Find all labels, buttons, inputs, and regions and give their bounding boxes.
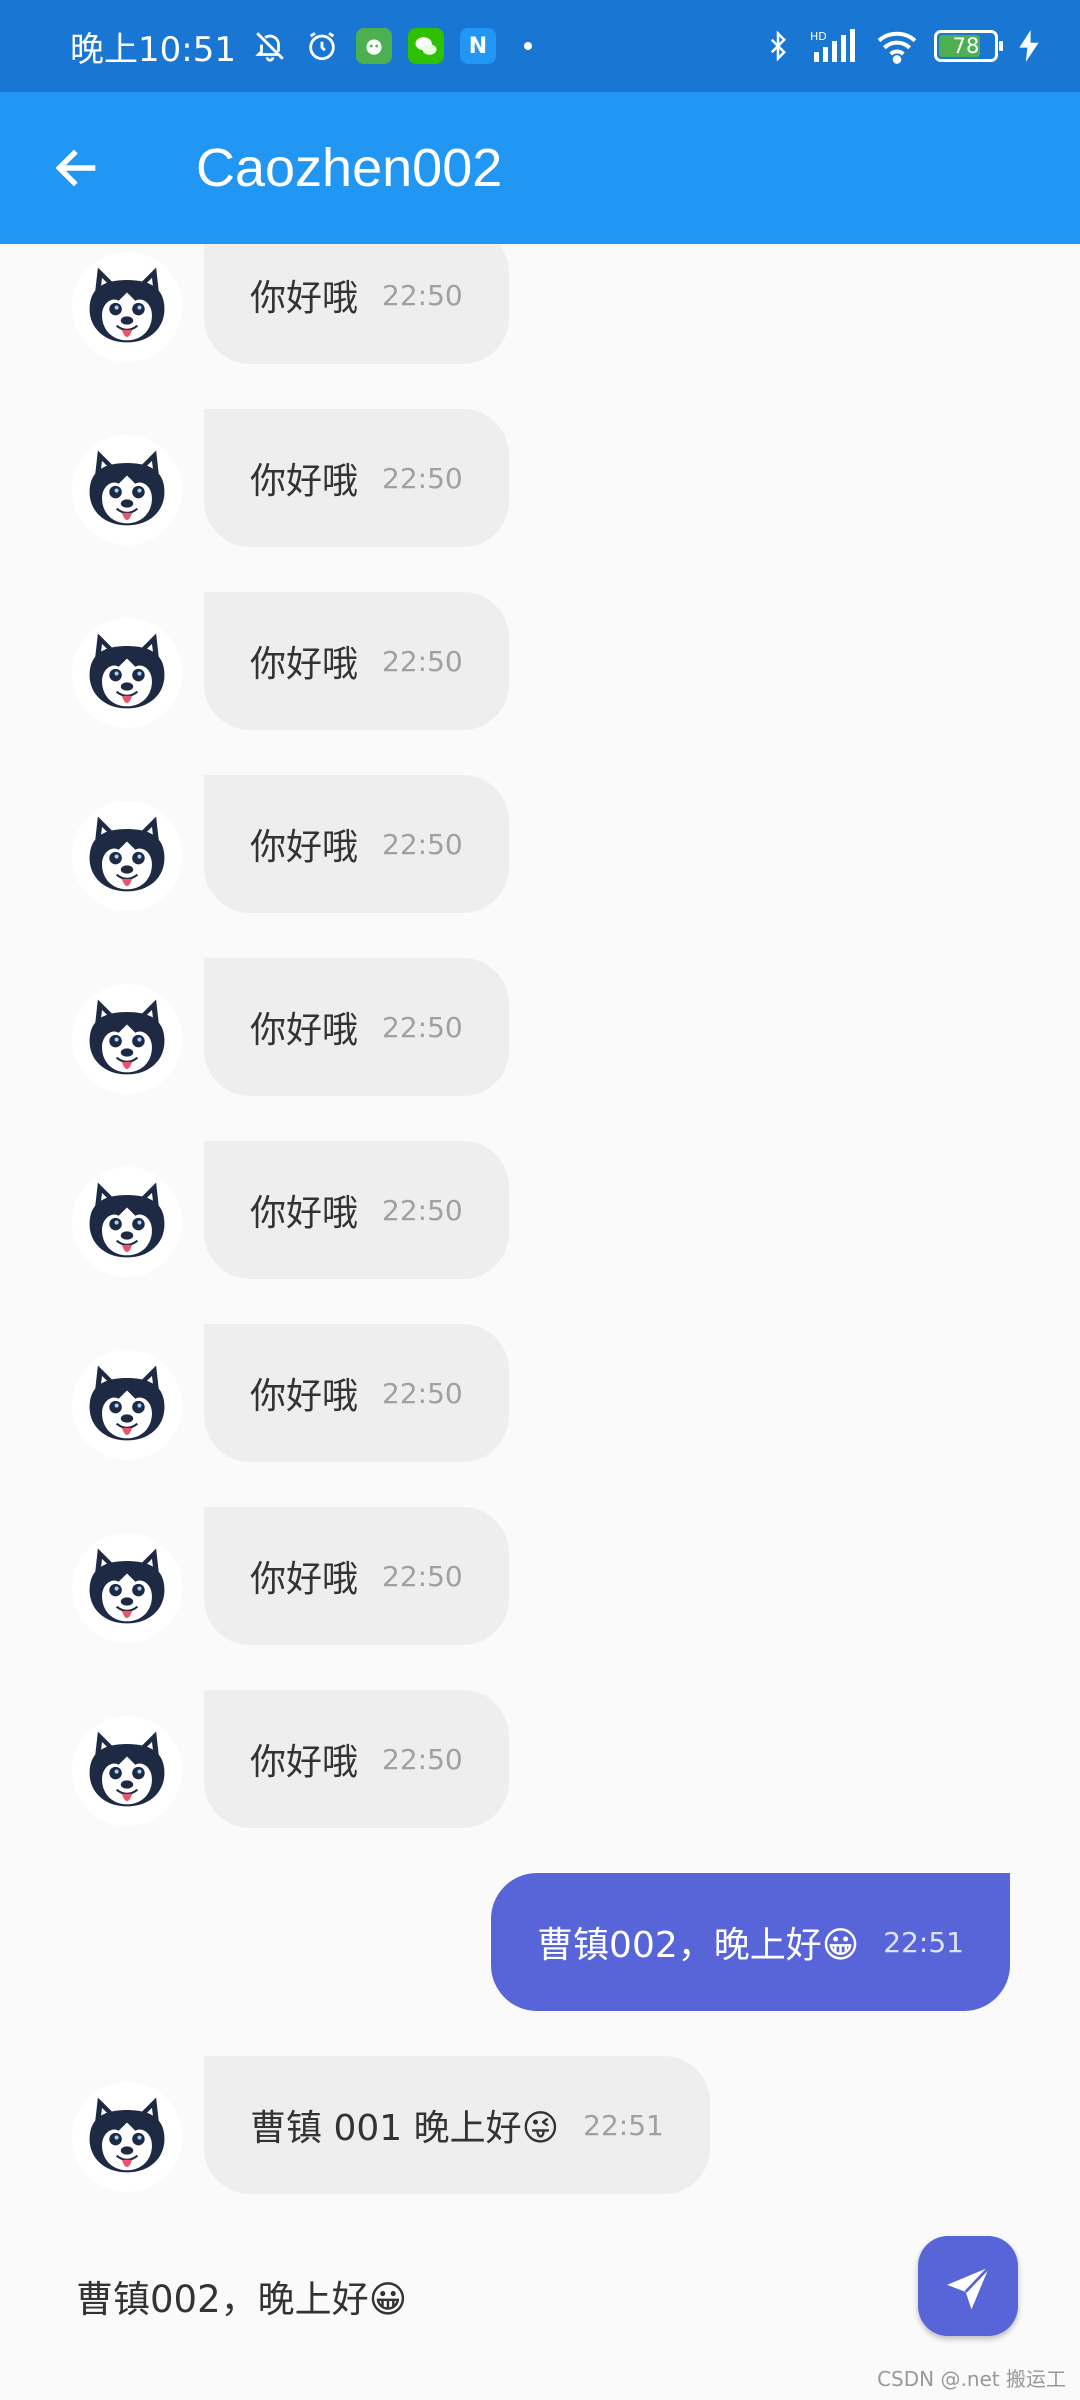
husky-avatar-icon	[89, 267, 165, 343]
message-bubble[interactable]: 曹镇002，晚上好😀 22:51	[491, 1873, 1010, 2011]
incoming-message: 你好哦 22:50	[0, 958, 1080, 1141]
bell-off-icon	[252, 28, 288, 64]
message-text: 你好哦	[250, 1376, 359, 1417]
message-time: 22:50	[382, 1742, 463, 1776]
avatar[interactable]	[72, 984, 182, 1094]
husky-avatar-icon	[89, 1365, 165, 1441]
incoming-message: 你好哦 22:50	[0, 592, 1080, 775]
husky-avatar-icon	[89, 1731, 165, 1807]
message-time: 22:50	[382, 1376, 463, 1410]
avatar[interactable]	[72, 2082, 182, 2192]
alarm-icon	[304, 28, 340, 64]
husky-avatar-icon	[89, 1548, 165, 1624]
wifi-icon	[874, 28, 920, 64]
message-text: 你好哦	[250, 461, 359, 502]
notification-icons: N	[252, 28, 532, 64]
avatar[interactable]	[72, 1350, 182, 1460]
incoming-message: 你好哦 22:50	[0, 1141, 1080, 1324]
composer: 曹镇002，晚上好😀 CSDN @.net 搬运工	[0, 2204, 1080, 2400]
avatar[interactable]	[72, 1533, 182, 1643]
message-bubble[interactable]: 你好哦 22:50	[204, 409, 509, 547]
message-bubble[interactable]: 你好哦 22:50	[204, 592, 509, 730]
cellular-signal-icon: HD	[810, 28, 860, 64]
app-bar: Caozhen002	[0, 92, 1080, 244]
message-bubble[interactable]: 你好哦 22:50	[204, 244, 509, 364]
message-bubble[interactable]: 你好哦 22:50	[204, 1507, 509, 1645]
message-bubble[interactable]: 你好哦 22:50	[204, 775, 509, 913]
watermark: CSDN @.net 搬运工	[877, 2367, 1066, 2391]
avatar[interactable]	[72, 1716, 182, 1826]
wechat-icon	[407, 28, 444, 64]
message-text: 你好哦	[250, 1193, 359, 1234]
message-bubble[interactable]: 曹镇 001 晚上好😜 22:51	[204, 2056, 710, 2194]
incoming-message: 你好哦 22:50	[0, 1507, 1080, 1690]
status-time: 晚上10:51	[70, 29, 236, 70]
message-text: 你好哦	[250, 827, 359, 868]
app-notification-icon	[355, 28, 392, 64]
husky-avatar-icon	[89, 450, 165, 526]
message-time: 22:51	[883, 1925, 964, 1959]
message-text: 你好哦	[250, 644, 359, 685]
message-bubble[interactable]: 你好哦 22:50	[204, 1690, 509, 1828]
incoming-message: 你好哦 22:50	[0, 1690, 1080, 1873]
husky-avatar-icon	[89, 999, 165, 1075]
charging-icon	[1018, 28, 1040, 64]
system-icons: HD 78	[760, 28, 1040, 64]
arrow-left-icon	[55, 149, 96, 187]
incoming-message: 你好哦 22:50	[0, 244, 1080, 409]
avatar[interactable]	[72, 435, 182, 545]
incoming-message: 你好哦 22:50	[0, 409, 1080, 592]
send-icon	[947, 2266, 991, 2310]
incoming-message: 你好哦 22:50	[0, 775, 1080, 958]
message-input[interactable]: 曹镇002，晚上好😀	[76, 2264, 856, 2328]
network-label: HD	[810, 30, 827, 43]
message-time: 22:50	[382, 1010, 463, 1044]
avatar[interactable]	[72, 252, 182, 362]
message-time: 22:50	[382, 644, 463, 678]
battery-level: 78	[952, 34, 980, 58]
husky-avatar-icon	[89, 816, 165, 892]
message-text: 曹镇002，晚上好😀	[537, 1925, 860, 1966]
bluetooth-icon	[760, 28, 796, 64]
more-notifications-dot	[523, 42, 532, 50]
message-time: 22:50	[382, 278, 463, 312]
conversation-title: Caozhen002	[196, 138, 503, 198]
husky-avatar-icon	[89, 633, 165, 709]
message-text: 你好哦	[250, 278, 359, 319]
message-time: 22:50	[382, 1193, 463, 1227]
battery-indicator: 78	[934, 30, 1003, 62]
message-text: 你好哦	[250, 1010, 359, 1051]
message-list[interactable]: 你好哦 22:50 你好哦 22:50 你好哦 22:50 你好哦 22:50 …	[0, 244, 1080, 2204]
message-bubble[interactable]: 你好哦 22:50	[204, 1324, 509, 1462]
husky-avatar-icon	[89, 2097, 165, 2173]
husky-avatar-icon	[89, 1182, 165, 1258]
send-button[interactable]	[918, 2236, 1018, 2336]
outgoing-message: 曹镇002，晚上好😀 22:51	[0, 1873, 1080, 2056]
back-button[interactable]	[26, 118, 126, 218]
message-bubble[interactable]: 你好哦 22:50	[204, 1141, 509, 1279]
message-time: 22:50	[382, 461, 463, 495]
message-text: 曹镇 001 晚上好😜	[250, 2108, 560, 2149]
avatar[interactable]	[72, 618, 182, 728]
avatar[interactable]	[72, 1167, 182, 1277]
avatar[interactable]	[72, 801, 182, 911]
message-text: 你好哦	[250, 1559, 359, 1600]
status-bar: 晚上10:51 N HD 78	[0, 0, 1080, 92]
message-time: 22:51	[583, 2108, 664, 2142]
incoming-message: 曹镇 001 晚上好😜 22:51	[0, 2056, 1080, 2204]
message-time: 22:50	[382, 827, 463, 861]
message-time: 22:50	[382, 1559, 463, 1593]
n-app-icon: N	[459, 28, 496, 64]
incoming-message: 你好哦 22:50	[0, 1324, 1080, 1507]
message-bubble[interactable]: 你好哦 22:50	[204, 958, 509, 1096]
message-text: 你好哦	[250, 1742, 359, 1783]
